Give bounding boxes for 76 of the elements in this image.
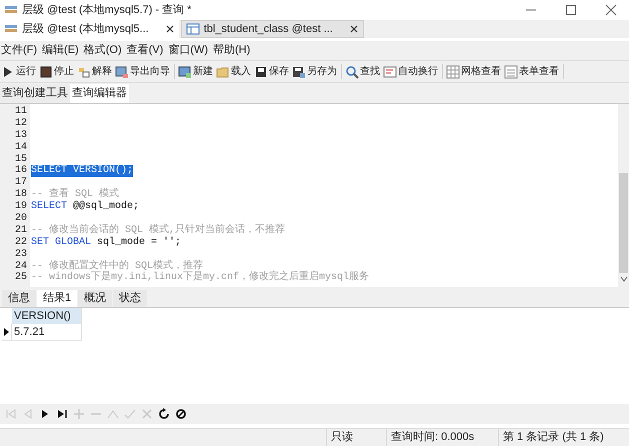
form-icon (504, 64, 518, 78)
result-tab[interactable]: 信息 (2, 290, 36, 307)
line-number: 21 (14, 224, 28, 237)
result-tab[interactable]: 结果1 (37, 290, 78, 307)
new-query-icon (178, 64, 192, 78)
toolbar-button[interactable]: 停止 (38, 64, 75, 79)
line-number: 12 (14, 118, 28, 130)
search-icon (345, 64, 359, 78)
line-number: 23 (14, 248, 28, 261)
toolbar-button[interactable]: 载入 (215, 64, 252, 79)
grid-icon (446, 64, 460, 78)
folder-icon (216, 64, 230, 78)
column-header[interactable]: VERSION() (12, 308, 82, 324)
selected-code: SELECT VERSION(); (31, 165, 134, 178)
code-comment: -- 修改当前会话的 SQL 模式,只针对当前会话，不推荐 (31, 224, 286, 236)
sub-tab[interactable]: 查询创建工具 (0, 84, 70, 103)
save-as-icon (292, 64, 306, 78)
table-icon (186, 22, 200, 36)
line-number: 15 (14, 154, 28, 165)
toolbar-button[interactable]: 解释 (76, 64, 113, 79)
menu-item[interactable]: 格式(O) (82, 42, 123, 59)
toolbar-button[interactable]: 另存为 (291, 64, 338, 79)
line-number: 20 (14, 213, 28, 225)
toolbar-button[interactable]: 运行 (0, 64, 37, 79)
menu-item[interactable]: 查看(V) (126, 42, 164, 59)
code-text: SELECT (31, 201, 68, 214)
line-number: 17 (14, 177, 28, 189)
result-tab[interactable]: 概况 (78, 290, 112, 307)
toolbar-button[interactable]: 保存 (253, 64, 290, 79)
code-comment: -- 查看 SQL 模式 (31, 189, 120, 200)
menu-item[interactable]: 文件(F) (0, 42, 38, 59)
code-comment: -- 修改配置文件中的 SQL模式，推荐 (31, 260, 204, 272)
toolbar-button[interactable]: 自动换行 (382, 64, 439, 79)
maximize-icon[interactable] (565, 4, 577, 16)
code-text: SET GLOBAL (31, 236, 92, 249)
code-text: @@sql_mode; (72, 201, 140, 214)
line-number: 24 (14, 260, 28, 272)
status-text: 只读 (326, 429, 386, 446)
toolbar-button[interactable]: 表单查看 (503, 64, 560, 79)
toolbar-button[interactable]: 查找 (344, 64, 381, 79)
window-title: 层级 @test (本地mysql5.7) - 查询 * (22, 2, 192, 18)
status-text: 第 1 条记录 (共 1 条) (498, 429, 604, 446)
scroll-down-icon[interactable] (620, 275, 628, 283)
line-number: 25 (14, 272, 28, 284)
code-text: sql_mode = ''; (96, 236, 182, 249)
document-tab[interactable]: 层级 @test (本地mysql5... (0, 20, 179, 38)
menu-item[interactable]: 编辑(E) (41, 42, 80, 59)
close-icon[interactable] (348, 24, 359, 34)
status-text: 查询时间: 0.000s (386, 429, 498, 446)
line-number: 13 (14, 130, 28, 142)
line-number: 11 (14, 106, 28, 118)
menu-item[interactable]: 窗口(W) (167, 42, 209, 59)
close-icon[interactable] (164, 24, 175, 34)
refresh-icon[interactable] (157, 407, 171, 421)
line-number: 14 (14, 142, 28, 154)
line-number: 19 (14, 201, 28, 213)
code-comment: -- windows下是my.ini,linux下是my.cnf，修改完之后重启mysql服务 (31, 272, 370, 284)
menu-item[interactable]: 帮助(H) (212, 42, 252, 59)
toolbar-button[interactable]: 网格查看 (445, 64, 502, 79)
stop-icon[interactable] (174, 407, 188, 421)
word-wrap-icon (383, 64, 397, 78)
line-number: 22 (14, 236, 28, 249)
toolbar-button[interactable]: 新建 (177, 64, 214, 79)
table-cell: 5.7.21 (12, 324, 82, 340)
save-icon (254, 64, 268, 78)
stop-icon (39, 64, 53, 78)
export-icon (115, 64, 129, 78)
line-number: 18 (14, 189, 28, 201)
document-tab[interactable]: tbl_student_class @test ... (180, 20, 364, 38)
result-tab[interactable]: 状态 (113, 290, 148, 307)
toolbar-button[interactable]: 导出向导 (114, 64, 171, 79)
scrollbar[interactable] (618, 104, 629, 287)
line-number: 16 (14, 165, 28, 177)
close-icon[interactable] (605, 4, 617, 16)
sub-tab[interactable]: 查询编辑器 (70, 84, 129, 103)
last-record-icon[interactable] (55, 407, 69, 421)
